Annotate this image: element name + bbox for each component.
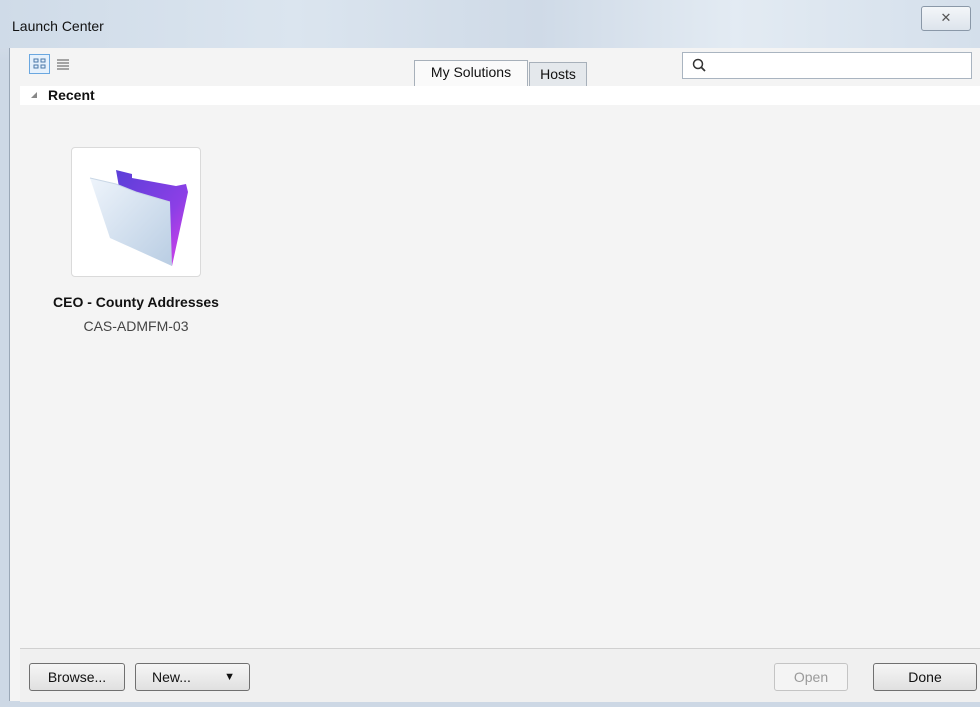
search-field[interactable] (682, 52, 972, 79)
tab-label: My Solutions (430, 64, 512, 80)
done-button[interactable]: Done (873, 663, 977, 691)
browse-button[interactable]: Browse... (29, 663, 125, 691)
bottom-button-bar: Browse... New... ▼ Open Done (20, 648, 980, 702)
window-title: Launch Center (12, 18, 104, 34)
file-name: CEO - County Addresses (53, 294, 219, 310)
close-icon: ✕ (940, 10, 952, 25)
tab-my-solutions[interactable]: My Solutions (414, 60, 528, 86)
open-button[interactable]: Open (774, 663, 848, 691)
list-view-button[interactable] (54, 54, 72, 74)
recent-section-header[interactable]: Recent (20, 86, 980, 105)
collapse-triangle-icon (31, 92, 37, 98)
launch-center-window: Launch Center ✕ My Solutions Hosts Recen… (0, 0, 980, 707)
tab-label: Hosts (540, 66, 576, 82)
file-host: CAS-ADMFM-03 (83, 318, 189, 334)
client-area: My Solutions Hosts Recent CEO - County A… (9, 48, 980, 702)
new-button[interactable]: New... ▼ (135, 663, 250, 691)
title-bar: Launch Center ✕ (0, 0, 980, 48)
filemaker-folder-icon (89, 170, 188, 266)
section-label: Recent (48, 87, 95, 103)
list-view-icon (57, 59, 69, 70)
dropdown-caret-icon: ▼ (224, 671, 235, 683)
recent-files-area: CEO - County Addresses CAS-ADMFM-03 (20, 105, 980, 649)
new-button-label: New... (152, 669, 191, 685)
grid-view-button[interactable] (29, 54, 50, 74)
close-button[interactable]: ✕ (921, 6, 971, 31)
file-tile[interactable] (71, 147, 201, 277)
search-icon (692, 58, 706, 72)
grid-view-icon (33, 58, 46, 69)
tab-hosts[interactable]: Hosts (529, 62, 587, 86)
